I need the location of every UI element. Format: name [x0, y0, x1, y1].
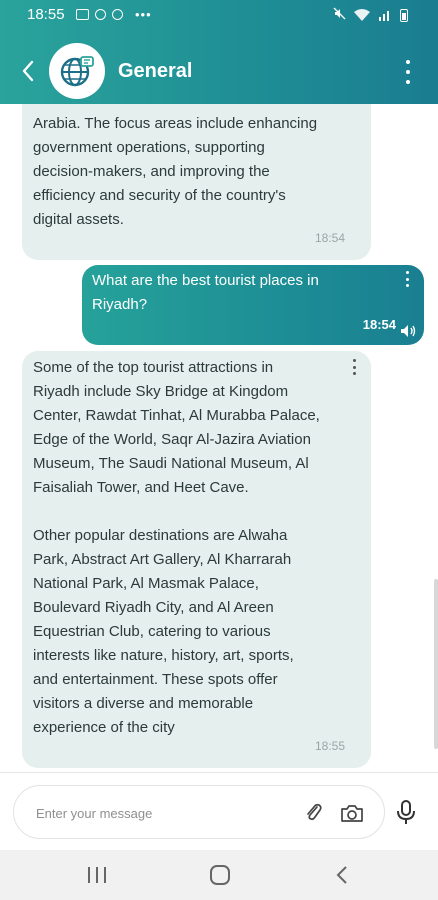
status-time: 18:55 — [27, 6, 65, 23]
signal-icon — [379, 11, 389, 21]
message-list[interactable]: Arabia. The focus areas include enhancin… — [0, 104, 438, 772]
message-bubble-incoming[interactable]: Some of the top tourist attractions in R… — [22, 351, 371, 768]
message-bubble-incoming[interactable]: Arabia. The focus areas include enhancin… — [22, 104, 371, 260]
options-dot-icon — [353, 372, 356, 375]
menu-dot-icon — [406, 70, 410, 74]
wifi-icon — [354, 9, 370, 21]
message-bubble-outgoing[interactable]: What are the best tourist places in Riya… — [82, 265, 424, 345]
nav-back-icon[interactable] — [335, 865, 349, 885]
message-time: 18:54 — [362, 317, 396, 332]
options-dot-icon — [406, 271, 409, 274]
menu-dot-icon — [406, 60, 410, 64]
whatsapp-icon — [112, 9, 123, 20]
gallery-icon — [76, 9, 89, 20]
chat-title: General — [118, 60, 193, 82]
message-input[interactable] — [36, 800, 286, 826]
overflow-menu-button[interactable] — [404, 60, 412, 84]
scrollbar-thumb[interactable] — [434, 579, 438, 749]
battery-icon — [400, 8, 408, 22]
system-nav-bar — [0, 850, 438, 900]
menu-dot-icon — [406, 80, 410, 84]
microphone-icon[interactable] — [395, 799, 417, 827]
message-time: 18:54 — [314, 231, 345, 245]
recents-bar-icon — [96, 867, 98, 883]
system-icons — [333, 7, 408, 23]
mute-icon — [333, 7, 346, 23]
composer-bar — [0, 772, 438, 850]
recents-bar-icon — [104, 867, 106, 883]
more-notifications-icon: ••• — [135, 7, 152, 22]
options-dot-icon — [353, 365, 356, 369]
app-header: 18:55 ••• General — [0, 0, 438, 104]
message-time: 18:55 — [314, 739, 345, 753]
status-bar: 18:55 ••• — [0, 0, 438, 28]
speaker-icon[interactable] — [400, 324, 416, 338]
back-arrow-icon[interactable] — [18, 58, 40, 84]
sync-icon — [95, 9, 106, 20]
attachment-icon[interactable] — [303, 802, 325, 824]
options-dot-icon — [353, 359, 356, 362]
options-dot-icon — [406, 277, 409, 281]
camera-icon[interactable] — [340, 803, 364, 823]
recents-bar-icon — [88, 867, 90, 883]
message-options-icon[interactable] — [406, 271, 410, 287]
globe-icon — [60, 56, 94, 87]
message-input-container — [13, 785, 385, 839]
recents-button[interactable] — [88, 867, 106, 883]
message-options-icon[interactable] — [353, 359, 357, 375]
home-button[interactable] — [210, 865, 230, 885]
options-dot-icon — [406, 284, 409, 287]
message-text: Arabia. The focus areas include enhancin… — [33, 115, 318, 228]
message-text: Some of the top tourist attractions in R… — [33, 359, 320, 736]
channel-avatar[interactable] — [49, 43, 105, 99]
message-text: What are the best tourist places in Riya… — [92, 272, 319, 313]
notification-icons: ••• — [76, 7, 152, 22]
